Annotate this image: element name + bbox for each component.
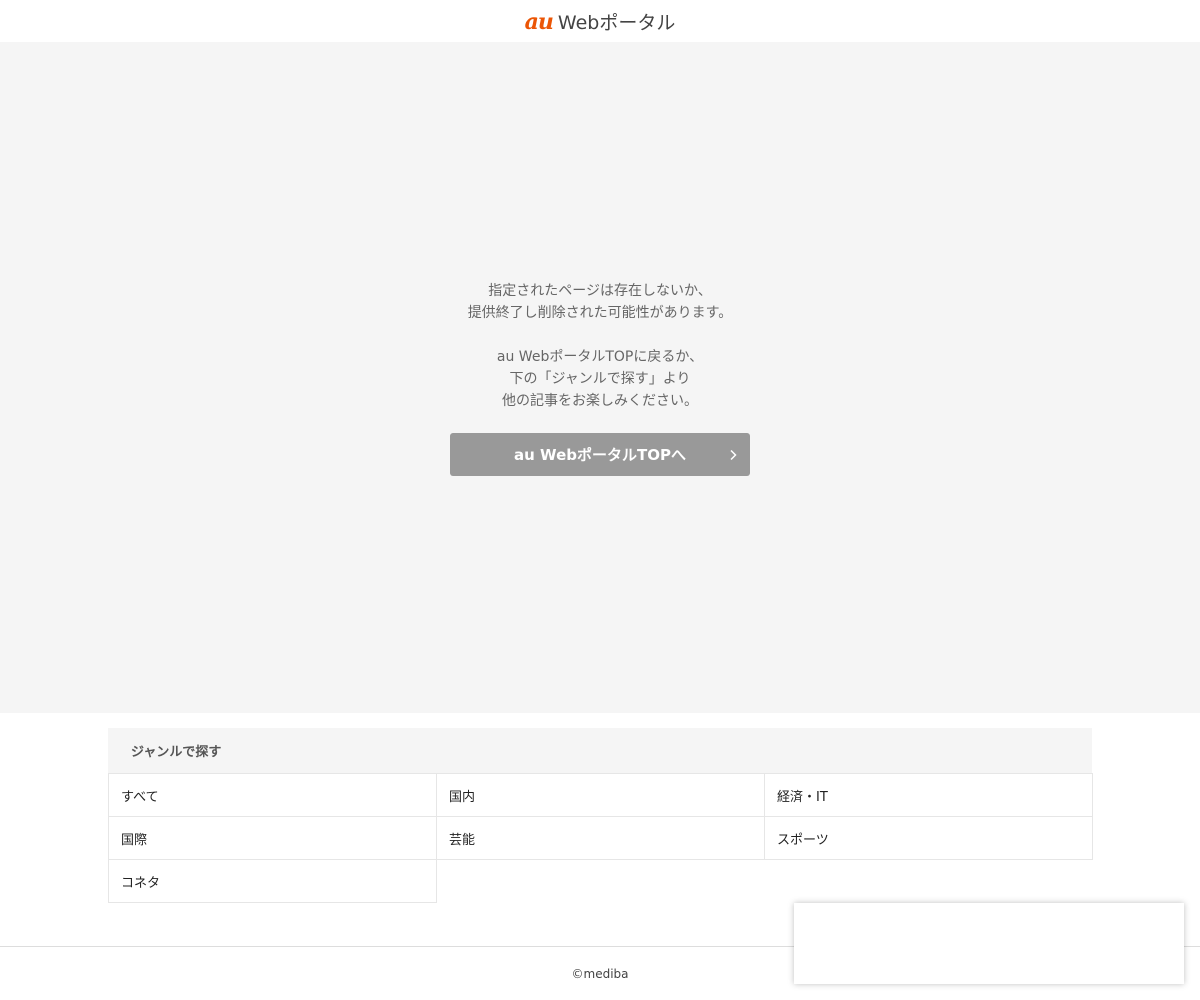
ad-placeholder <box>794 903 1184 984</box>
portal-top-button[interactable]: au WebポータルTOPへ <box>450 433 750 476</box>
message-line: 他の記事をお楽しみください。 <box>501 393 698 409</box>
genre-item-economy-it[interactable]: 経済・IT <box>764 773 1093 817</box>
genre-section: ジャンルで探す すべて 国内 経済・IT 国際 芸能 スポーツ コネタ <box>108 728 1093 903</box>
genre-heading: ジャンルで探す <box>108 728 1092 773</box>
genre-item-koneta[interactable]: コネタ <box>108 859 437 903</box>
not-found-message: 指定されたページは存在しないか、 提供終了し削除された可能性があります。 au … <box>468 280 733 412</box>
message-line: au WebポータルTOPに戻るか、 <box>496 349 704 365</box>
portal-top-button-label: au WebポータルTOPへ <box>514 446 686 464</box>
genre-item-international[interactable]: 国際 <box>108 816 437 860</box>
chevron-right-icon <box>730 449 737 460</box>
message-line: 下の「ジャンルで探す」より <box>509 371 691 387</box>
message-line: 提供終了し削除された可能性があります。 <box>467 305 733 321</box>
genre-list: すべて 国内 経済・IT 国際 芸能 スポーツ コネタ <box>108 773 1093 903</box>
genre-item-entertainment[interactable]: 芸能 <box>436 816 765 860</box>
copyright: ©mediba <box>571 966 629 981</box>
logo-text: Webポータル <box>557 11 676 34</box>
genre-item-domestic[interactable]: 国内 <box>436 773 765 817</box>
message-line: 指定されたページは存在しないか、 <box>488 283 712 299</box>
site-header: au Webポータル <box>0 0 1200 42</box>
genre-item-all[interactable]: すべて <box>108 773 437 817</box>
au-logo-mark: au <box>524 8 554 35</box>
site-logo[interactable]: au Webポータル <box>525 8 676 35</box>
not-found-section: 指定されたページは存在しないか、 提供終了し削除された可能性があります。 au … <box>0 42 1200 713</box>
genre-item-sports[interactable]: スポーツ <box>764 816 1093 860</box>
